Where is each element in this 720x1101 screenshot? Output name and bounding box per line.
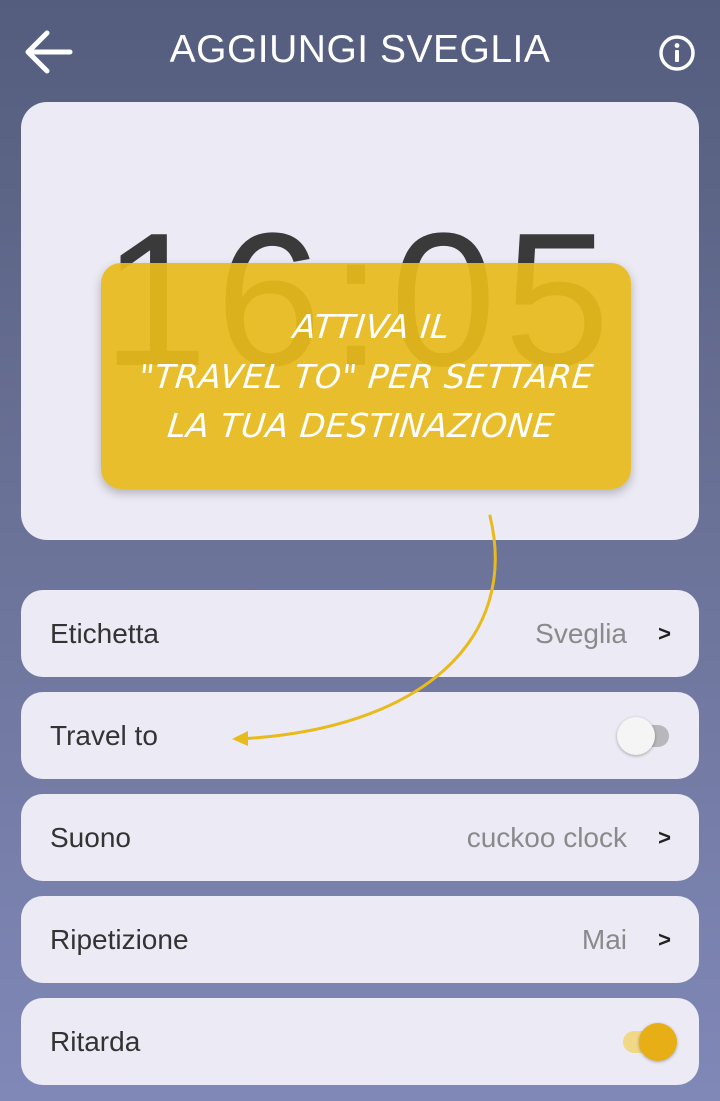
setting-label: Travel to (50, 720, 158, 751)
setting-row-repeat[interactable]: Ripetizione Mai > (21, 896, 699, 983)
setting-label: Ritarda (50, 1026, 141, 1057)
chevron-right-icon: > (658, 927, 671, 952)
tutorial-text: ATTIVA IL "TRAVEL TO" PER SETTARE LA TUA… (131, 302, 601, 451)
tutorial-line-1: ATTIVA IL (291, 306, 452, 346)
info-icon (659, 35, 695, 71)
travel-to-toggle[interactable] (617, 714, 679, 758)
chevron-right-icon: > (658, 825, 671, 850)
toggle-knob (617, 717, 655, 755)
setting-label: Ripetizione (50, 924, 189, 955)
tutorial-callout: ATTIVA IL "TRAVEL TO" PER SETTARE LA TUA… (101, 263, 631, 489)
setting-value: Mai (581, 924, 627, 955)
info-button[interactable] (658, 34, 696, 72)
setting-value: cuckoo clock (466, 822, 627, 853)
setting-row-sound[interactable]: Suono cuckoo clock > (21, 794, 699, 881)
tutorial-line-2: "TRAVEL TO" PER SETTARE (136, 356, 596, 396)
setting-row-snooze[interactable]: Ritarda (21, 998, 699, 1085)
setting-label: Suono (50, 822, 131, 853)
setting-value: Sveglia (535, 618, 627, 649)
tutorial-line-3: LA TUA DESTINAZIONE (165, 405, 557, 445)
page-title: AGGIUNGI SVEGLIA (169, 28, 551, 71)
app-header: AGGIUNGI SVEGLIA (0, 0, 720, 104)
setting-label: Etichetta (50, 618, 159, 649)
setting-row-label[interactable]: Etichetta Sveglia > (21, 590, 699, 677)
chevron-right-icon: > (658, 621, 671, 646)
setting-row-travel-to[interactable]: Travel to (21, 692, 699, 779)
toggle-knob (639, 1023, 677, 1061)
snooze-toggle[interactable] (617, 1020, 679, 1064)
